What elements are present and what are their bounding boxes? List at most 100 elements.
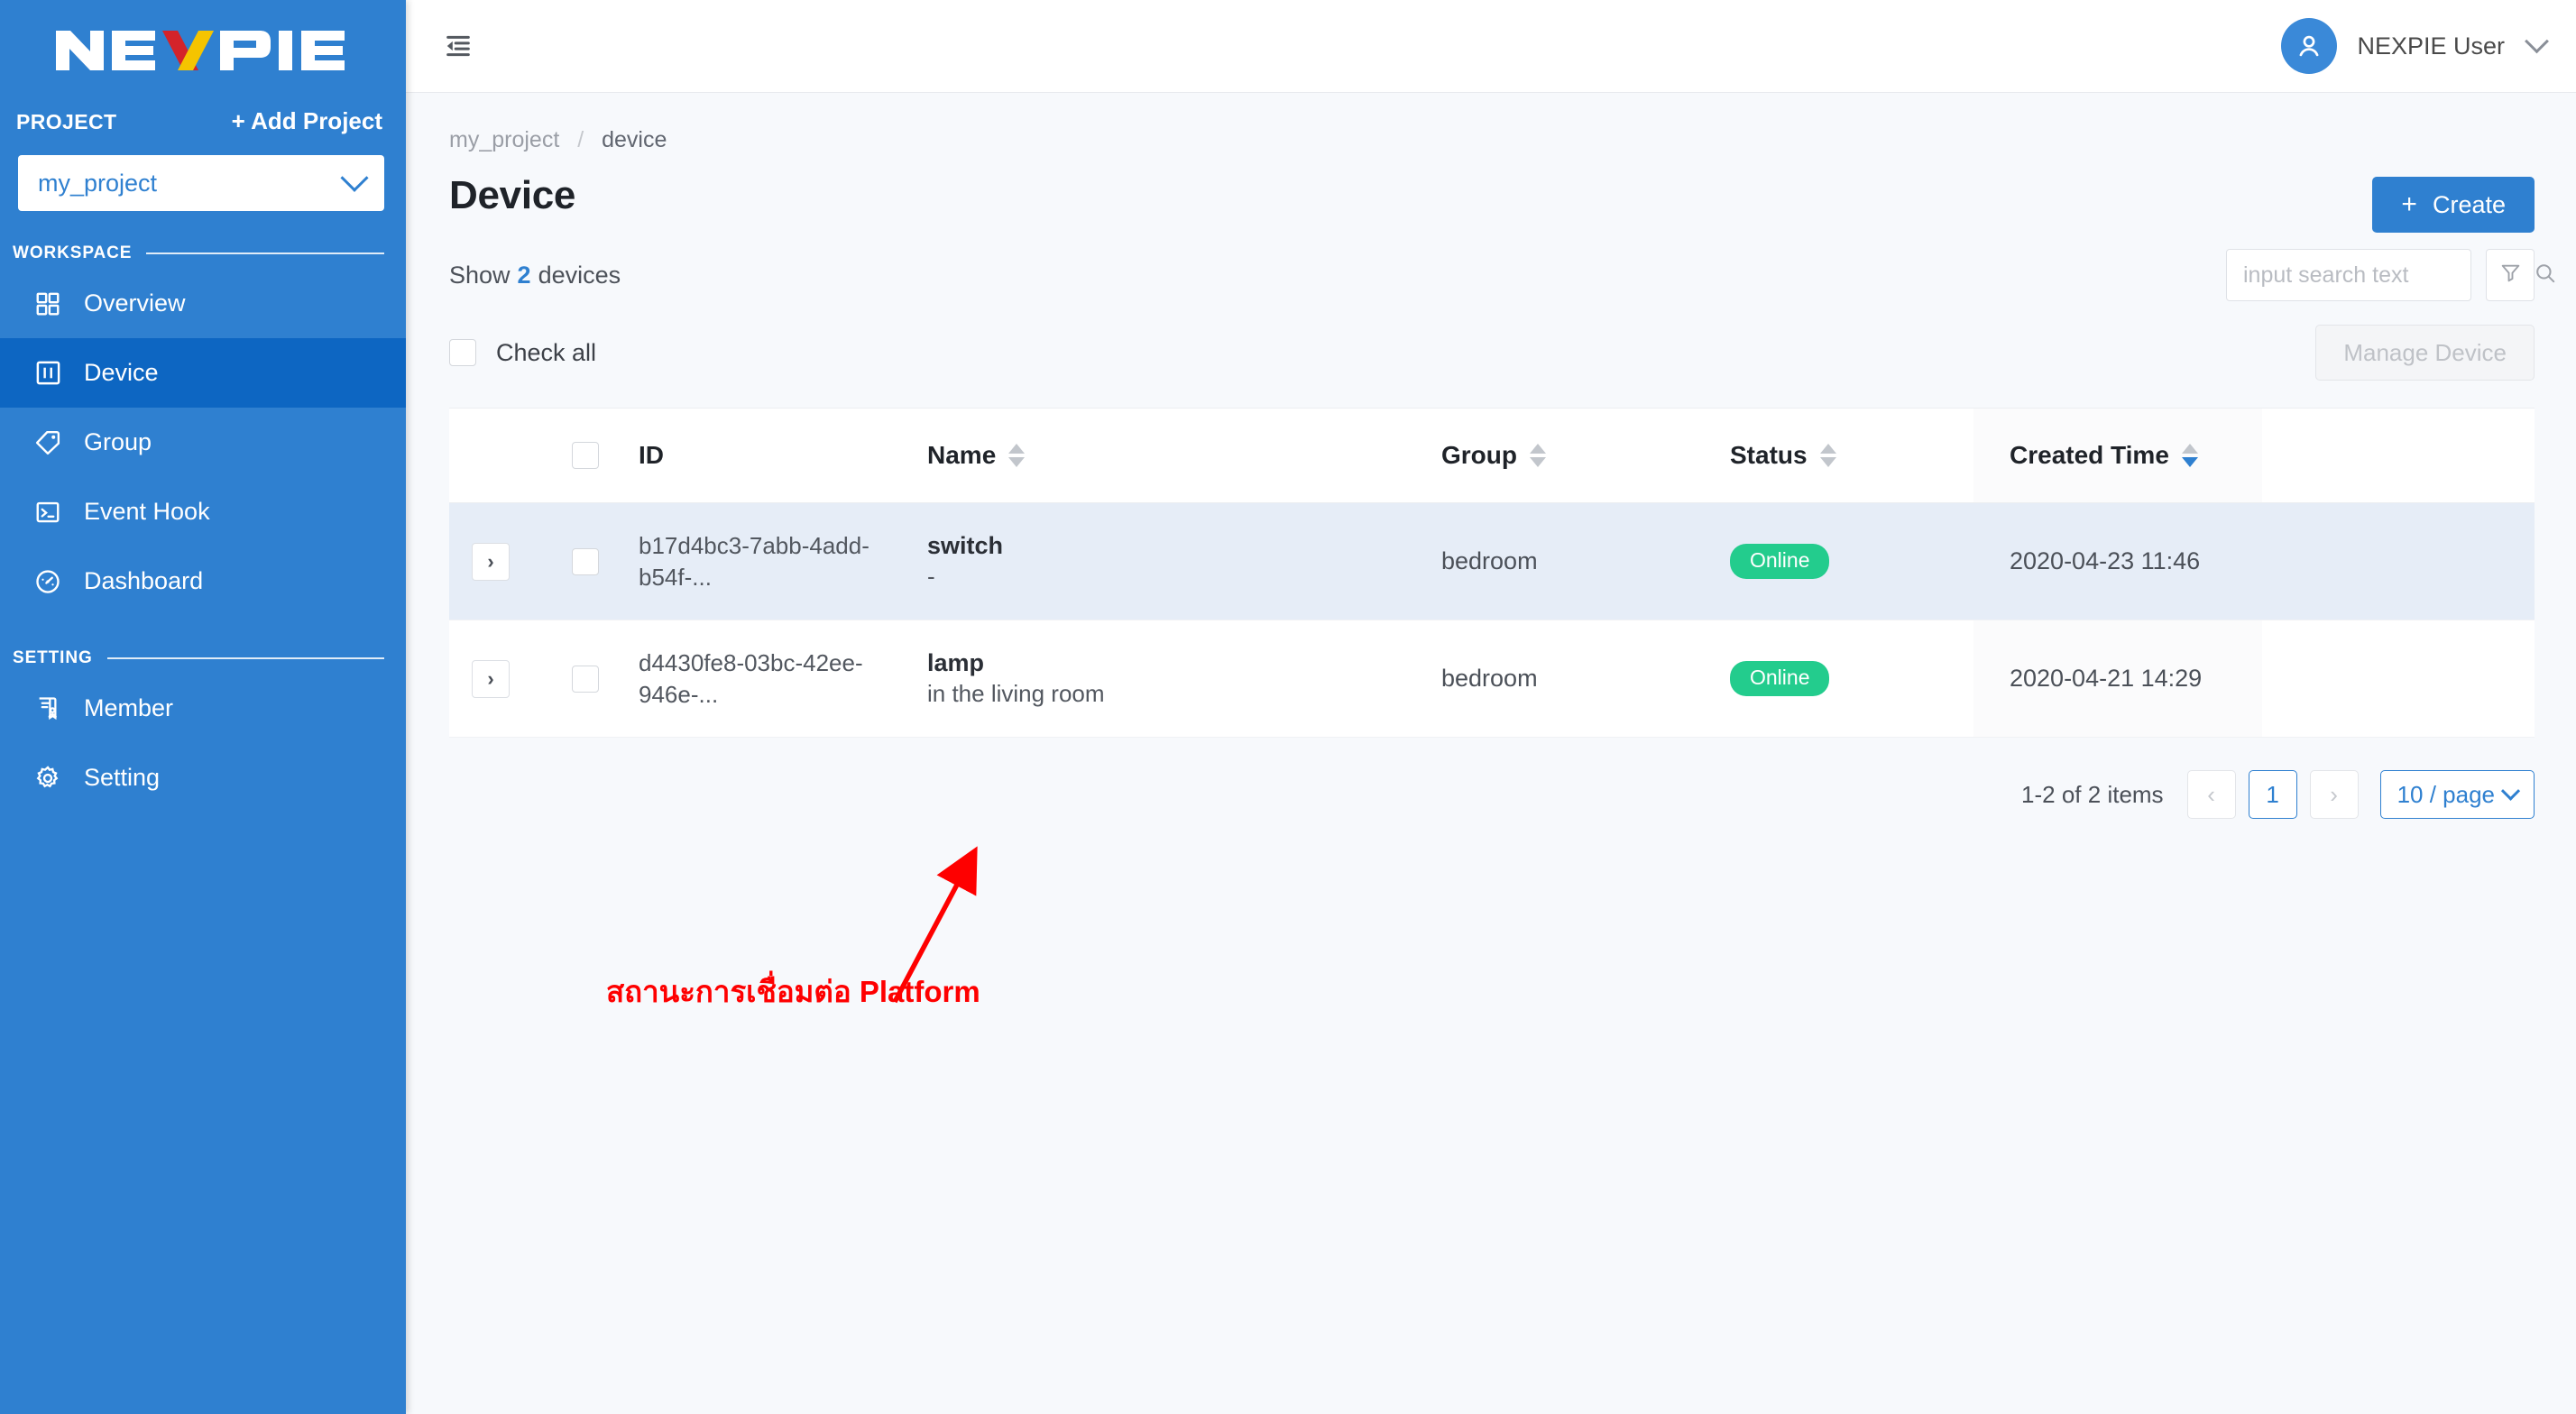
- th-group[interactable]: Group: [1441, 409, 1730, 502]
- row-actions-cell: [2262, 503, 2535, 620]
- search-group: [2226, 249, 2555, 301]
- th-name[interactable]: Name: [927, 409, 1441, 502]
- search-icon[interactable]: [2534, 262, 2557, 289]
- row-id-cell: d4430fe8-03bc-42ee-946e-...: [639, 620, 927, 737]
- pagination-next-button[interactable]: ›: [2309, 770, 2359, 819]
- table-row[interactable]: › b17d4bc3-7abb-4add-b54f-... switch - b…: [449, 503, 2535, 620]
- pagination-items-count: 1-2 of 2 items: [2021, 780, 2164, 808]
- page-size-label: 10 / page: [2397, 780, 2495, 808]
- sidebar-item-label: Overview: [84, 289, 186, 317]
- add-project-button[interactable]: + Add Project: [232, 107, 382, 135]
- page-size-selector[interactable]: 10 / page: [2379, 770, 2535, 819]
- row-name-cell: lamp in the living room: [927, 620, 1441, 737]
- chevron-right-icon[interactable]: ›: [472, 659, 510, 698]
- chevron-right-icon[interactable]: ›: [472, 542, 510, 581]
- check-all[interactable]: Check all: [449, 339, 596, 367]
- show-row: Show 2 devices: [449, 249, 2555, 301]
- row-created-cell: 2020-04-21 14:29: [1973, 620, 2262, 737]
- filter-button[interactable]: [2486, 249, 2535, 301]
- device-created-time: 2020-04-23 11:46: [2010, 547, 2201, 574]
- page-title: Device: [449, 173, 576, 217]
- row-created-cell: 2020-04-23 11:46: [1973, 503, 2262, 620]
- sidebar-item-overview[interactable]: Overview: [0, 269, 406, 338]
- table-row[interactable]: › d4430fe8-03bc-42ee-946e-... lamp in th…: [449, 620, 2535, 738]
- th-actions: [2262, 409, 2535, 502]
- sidebar-item-dashboard[interactable]: Dashboard: [0, 546, 406, 616]
- brand-logo[interactable]: [0, 0, 406, 95]
- row-select-cell: [532, 620, 639, 737]
- annotation-text: สถานะการเชื่อมต่อ Platform: [606, 975, 980, 1008]
- sidebar-item-label: Device: [84, 359, 159, 386]
- section-title: SETTING: [13, 648, 93, 667]
- sidebar-item-label: Member: [84, 694, 174, 721]
- chevron-down-icon: [2500, 781, 2521, 801]
- breadcrumb-root[interactable]: my_project: [449, 127, 559, 152]
- sidebar-item-device[interactable]: Device: [0, 338, 406, 408]
- sidebar-item-label: Setting: [84, 764, 161, 791]
- page-content: my_project / device Device + Create Show…: [406, 93, 2576, 1414]
- check-all-row: Check all Manage Device: [449, 325, 2535, 381]
- status-badge: Online: [1730, 661, 1830, 696]
- divider: [146, 252, 384, 254]
- row-select-cell: [532, 503, 639, 620]
- sort-icon[interactable]: [1008, 444, 1026, 467]
- sidebar-item-event-hook[interactable]: Event Hook: [0, 477, 406, 546]
- terminal-icon: [32, 497, 63, 528]
- header-select-checkbox[interactable]: [572, 442, 599, 469]
- manage-device-button[interactable]: Manage Device: [2315, 325, 2535, 381]
- gear-icon: [32, 763, 63, 794]
- check-all-checkbox[interactable]: [449, 339, 476, 366]
- row-status-cell: Online: [1730, 503, 1973, 620]
- th-created-time[interactable]: Created Time: [1973, 409, 2262, 502]
- row-name-cell: switch -: [927, 503, 1441, 620]
- sidebar-item-setting[interactable]: Setting: [0, 743, 406, 813]
- pagination-prev-button[interactable]: ‹: [2186, 770, 2236, 819]
- row-checkbox[interactable]: [572, 665, 599, 693]
- chevron-down-icon: [340, 163, 369, 192]
- project-selector[interactable]: my_project: [18, 155, 384, 211]
- device-name: lamp: [927, 649, 985, 677]
- th-id-label: ID: [639, 441, 664, 469]
- show-suffix: devices: [538, 261, 621, 289]
- th-id[interactable]: ID: [639, 409, 927, 502]
- nexpie-logo-icon: [56, 30, 345, 70]
- search-box[interactable]: [2226, 249, 2555, 301]
- sidebar-item-group[interactable]: Group: [0, 408, 406, 477]
- row-group-cell: bedroom: [1441, 503, 1730, 620]
- row-group-cell: bedroom: [1441, 620, 1730, 737]
- sidebar-section-setting: SETTING: [0, 643, 406, 674]
- device-name: switch: [927, 532, 1004, 560]
- th-expand: [449, 409, 532, 502]
- create-button[interactable]: + Create: [2372, 177, 2535, 233]
- user-menu[interactable]: NEXPIE User: [2281, 18, 2549, 74]
- tag-icon: [32, 427, 63, 458]
- grid-icon: [32, 289, 63, 319]
- breadcrumb: my_project / device: [449, 127, 2535, 153]
- sidebar-item-member[interactable]: Member: [0, 674, 406, 743]
- divider: [106, 657, 384, 659]
- sort-icon[interactable]: [1819, 444, 1836, 467]
- th-status[interactable]: Status: [1730, 409, 1973, 502]
- sidebar-item-label: Event Hook: [84, 498, 210, 525]
- status-badge: Online: [1730, 544, 1830, 579]
- pagination-page-1[interactable]: 1: [2248, 770, 2297, 819]
- show-prefix: Show: [449, 261, 511, 289]
- table-head: ID Name Group Status Created Time: [449, 408, 2535, 503]
- sort-icon-active-desc[interactable]: [2181, 444, 2198, 467]
- breadcrumb-current: device: [602, 127, 667, 152]
- sort-icon[interactable]: [1530, 444, 1546, 467]
- plus-icon: +: [2401, 189, 2417, 219]
- device-description: -: [927, 563, 935, 591]
- user-name: NEXPIE User: [2357, 32, 2505, 60]
- create-button-label: Create: [2432, 190, 2506, 218]
- row-actions-cell: [2262, 620, 2535, 737]
- filter-icon: [2499, 262, 2522, 289]
- device-group: bedroom: [1441, 665, 1538, 692]
- sidebar: PROJECT + Add Project my_project WORKSPA…: [0, 0, 406, 1414]
- device-icon: [32, 358, 63, 389]
- th-select[interactable]: [532, 409, 639, 502]
- device-id: d4430fe8-03bc-42ee-946e-...: [639, 648, 863, 708]
- row-checkbox[interactable]: [572, 547, 599, 575]
- menu-fold-icon[interactable]: [438, 26, 478, 66]
- th-name-label: Name: [927, 441, 997, 469]
